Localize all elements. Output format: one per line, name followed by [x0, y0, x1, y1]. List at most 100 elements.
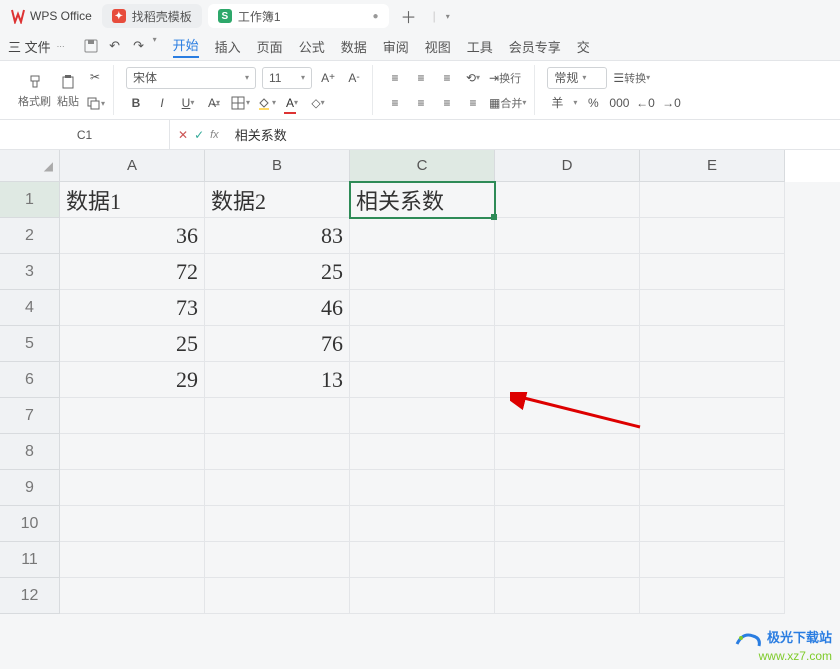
bold-button[interactable]: B [126, 92, 146, 114]
percent-button[interactable]: % [583, 92, 603, 114]
cell-A6[interactable]: 29 [60, 362, 205, 398]
cell-E9[interactable] [640, 470, 785, 506]
font-color-button[interactable]: A▾ [282, 92, 302, 114]
cell-C2[interactable] [350, 218, 495, 254]
align-left-button[interactable]: ≡ [385, 92, 405, 114]
fx-button[interactable]: fx [210, 129, 219, 141]
row-header[interactable]: 5 [0, 326, 60, 362]
cell-A4[interactable]: 73 [60, 290, 205, 326]
cell-D2[interactable] [495, 218, 640, 254]
menu-more[interactable]: 交 [577, 37, 590, 56]
add-tab-button[interactable]: ＋ [395, 4, 423, 28]
clear-format-button[interactable]: ◇▾ [308, 92, 328, 114]
font-size-select[interactable]: 11▾ [262, 67, 312, 89]
tab-template[interactable]: ✦ 找稻壳模板 [102, 4, 202, 28]
cell-E4[interactable] [640, 290, 785, 326]
cell-A8[interactable] [60, 434, 205, 470]
convert-button[interactable]: ☰ 转换▾ [613, 67, 650, 89]
fill-color-button[interactable]: ▾ [256, 92, 276, 114]
cell-E8[interactable] [640, 434, 785, 470]
row-header[interactable]: 7 [0, 398, 60, 434]
cell-C10[interactable] [350, 506, 495, 542]
cell-C6[interactable] [350, 362, 495, 398]
column-header-A[interactable]: A [60, 150, 205, 182]
orientation-button[interactable]: ⟲▾ [463, 67, 483, 89]
cell-A12[interactable] [60, 578, 205, 614]
confirm-button[interactable]: ✓ [194, 128, 204, 142]
cell-D9[interactable] [495, 470, 640, 506]
decrease-decimal-button[interactable]: ←0 [635, 92, 655, 114]
cell-A2[interactable]: 36 [60, 218, 205, 254]
cell-B11[interactable] [205, 542, 350, 578]
tab-list-dropdown[interactable]: ▾ [446, 12, 450, 21]
cell-E12[interactable] [640, 578, 785, 614]
cell-E11[interactable] [640, 542, 785, 578]
close-icon[interactable]: ● [373, 11, 379, 22]
cell-D12[interactable] [495, 578, 640, 614]
cell-B10[interactable] [205, 506, 350, 542]
save-button[interactable] [81, 35, 101, 57]
menu-start[interactable]: 开始 [173, 35, 199, 58]
cell-B8[interactable] [205, 434, 350, 470]
currency-button[interactable]: 羊 [547, 92, 567, 114]
cell-A1[interactable]: 数据1 [60, 182, 205, 218]
cell-D6[interactable] [495, 362, 640, 398]
cell-B12[interactable] [205, 578, 350, 614]
cell-A11[interactable] [60, 542, 205, 578]
cell-B3[interactable]: 25 [205, 254, 350, 290]
cell-C4[interactable] [350, 290, 495, 326]
align-right-button[interactable]: ≡ [437, 92, 457, 114]
cell-C8[interactable] [350, 434, 495, 470]
cell-D1[interactable] [495, 182, 640, 218]
cell-D8[interactable] [495, 434, 640, 470]
cell-E7[interactable] [640, 398, 785, 434]
cell-D7[interactable] [495, 398, 640, 434]
cell-D11[interactable] [495, 542, 640, 578]
menu-view[interactable]: 视图 [425, 37, 451, 56]
border-button[interactable]: ▾ [230, 92, 250, 114]
cell-A10[interactable] [60, 506, 205, 542]
column-header-B[interactable]: B [205, 150, 350, 182]
underline-button[interactable]: U▾ [178, 92, 198, 114]
tab-workbook[interactable]: S 工作簿1 ● [208, 4, 389, 28]
row-header[interactable]: 4 [0, 290, 60, 326]
cell-B4[interactable]: 46 [205, 290, 350, 326]
cell-B9[interactable] [205, 470, 350, 506]
merge-button[interactable]: ▦ 合并▾ [489, 92, 526, 114]
row-header[interactable]: 11 [0, 542, 60, 578]
file-menu[interactable]: 三 文件 ⋯ [8, 37, 65, 56]
cell-C3[interactable] [350, 254, 495, 290]
row-header[interactable]: 3 [0, 254, 60, 290]
cell-C9[interactable] [350, 470, 495, 506]
cell-E6[interactable] [640, 362, 785, 398]
decrease-font-button[interactable]: A- [344, 67, 364, 89]
menu-review[interactable]: 审阅 [383, 37, 409, 56]
row-header[interactable]: 12 [0, 578, 60, 614]
row-header[interactable]: 6 [0, 362, 60, 398]
cell-A5[interactable]: 25 [60, 326, 205, 362]
cut-button[interactable]: ✂ [85, 66, 105, 88]
select-all-corner[interactable]: ◢ [0, 150, 60, 182]
align-middle-button[interactable]: ≡ [411, 67, 431, 89]
indent-button[interactable]: ≡ [463, 92, 483, 114]
cell-A3[interactable]: 72 [60, 254, 205, 290]
cell-A9[interactable] [60, 470, 205, 506]
cell-D4[interactable] [495, 290, 640, 326]
format-painter-button[interactable] [18, 71, 51, 93]
row-header[interactable]: 2 [0, 218, 60, 254]
paste-button[interactable] [57, 71, 79, 93]
cell-A7[interactable] [60, 398, 205, 434]
font-name-select[interactable]: 宋体▾ [126, 67, 256, 89]
cell-C11[interactable] [350, 542, 495, 578]
menu-tools[interactable]: 工具 [467, 37, 493, 56]
redo-button[interactable]: ↷ [129, 35, 149, 57]
cell-B5[interactable]: 76 [205, 326, 350, 362]
number-format-select[interactable]: 常规▾ [547, 67, 607, 89]
cell-E1[interactable] [640, 182, 785, 218]
cell-E2[interactable] [640, 218, 785, 254]
cell-C1[interactable]: 相关系数 [350, 182, 495, 218]
menu-data[interactable]: 数据 [341, 37, 367, 56]
thousand-button[interactable]: 000 [609, 92, 629, 114]
cell-D3[interactable] [495, 254, 640, 290]
cell-B1[interactable]: 数据2 [205, 182, 350, 218]
